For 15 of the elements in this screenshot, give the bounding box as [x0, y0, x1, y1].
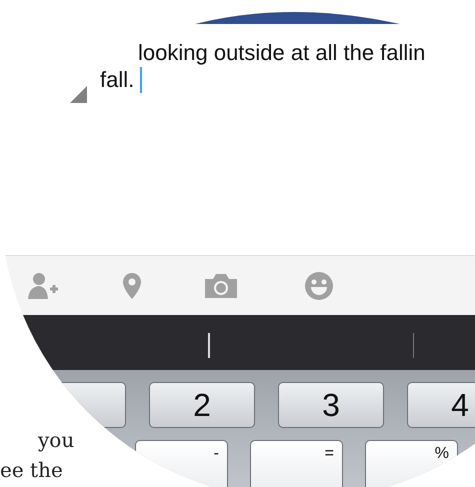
location-pin-icon[interactable] — [122, 272, 142, 300]
smiley-icon[interactable] — [304, 270, 334, 300]
article-text: you — [37, 427, 74, 454]
message-text: looking outside at all the fallin — [137, 40, 426, 66]
keyboard-key[interactable]: 2 — [149, 382, 255, 428]
keyboard-key[interactable]: - — [135, 440, 228, 487]
camera-icon[interactable] — [204, 272, 238, 298]
add-contact-icon[interactable] — [27, 272, 61, 300]
message-text: fall. — [100, 67, 134, 93]
keyboard-key[interactable]: 4 — [407, 382, 475, 428]
selection-handle-icon[interactable] — [70, 86, 87, 102]
keyboard-key[interactable]: = — [250, 440, 343, 487]
keyboard-key[interactable]: % — [365, 440, 458, 487]
keyboard-key[interactable]: 3 — [278, 382, 384, 428]
article-text: ee the — [0, 457, 64, 484]
